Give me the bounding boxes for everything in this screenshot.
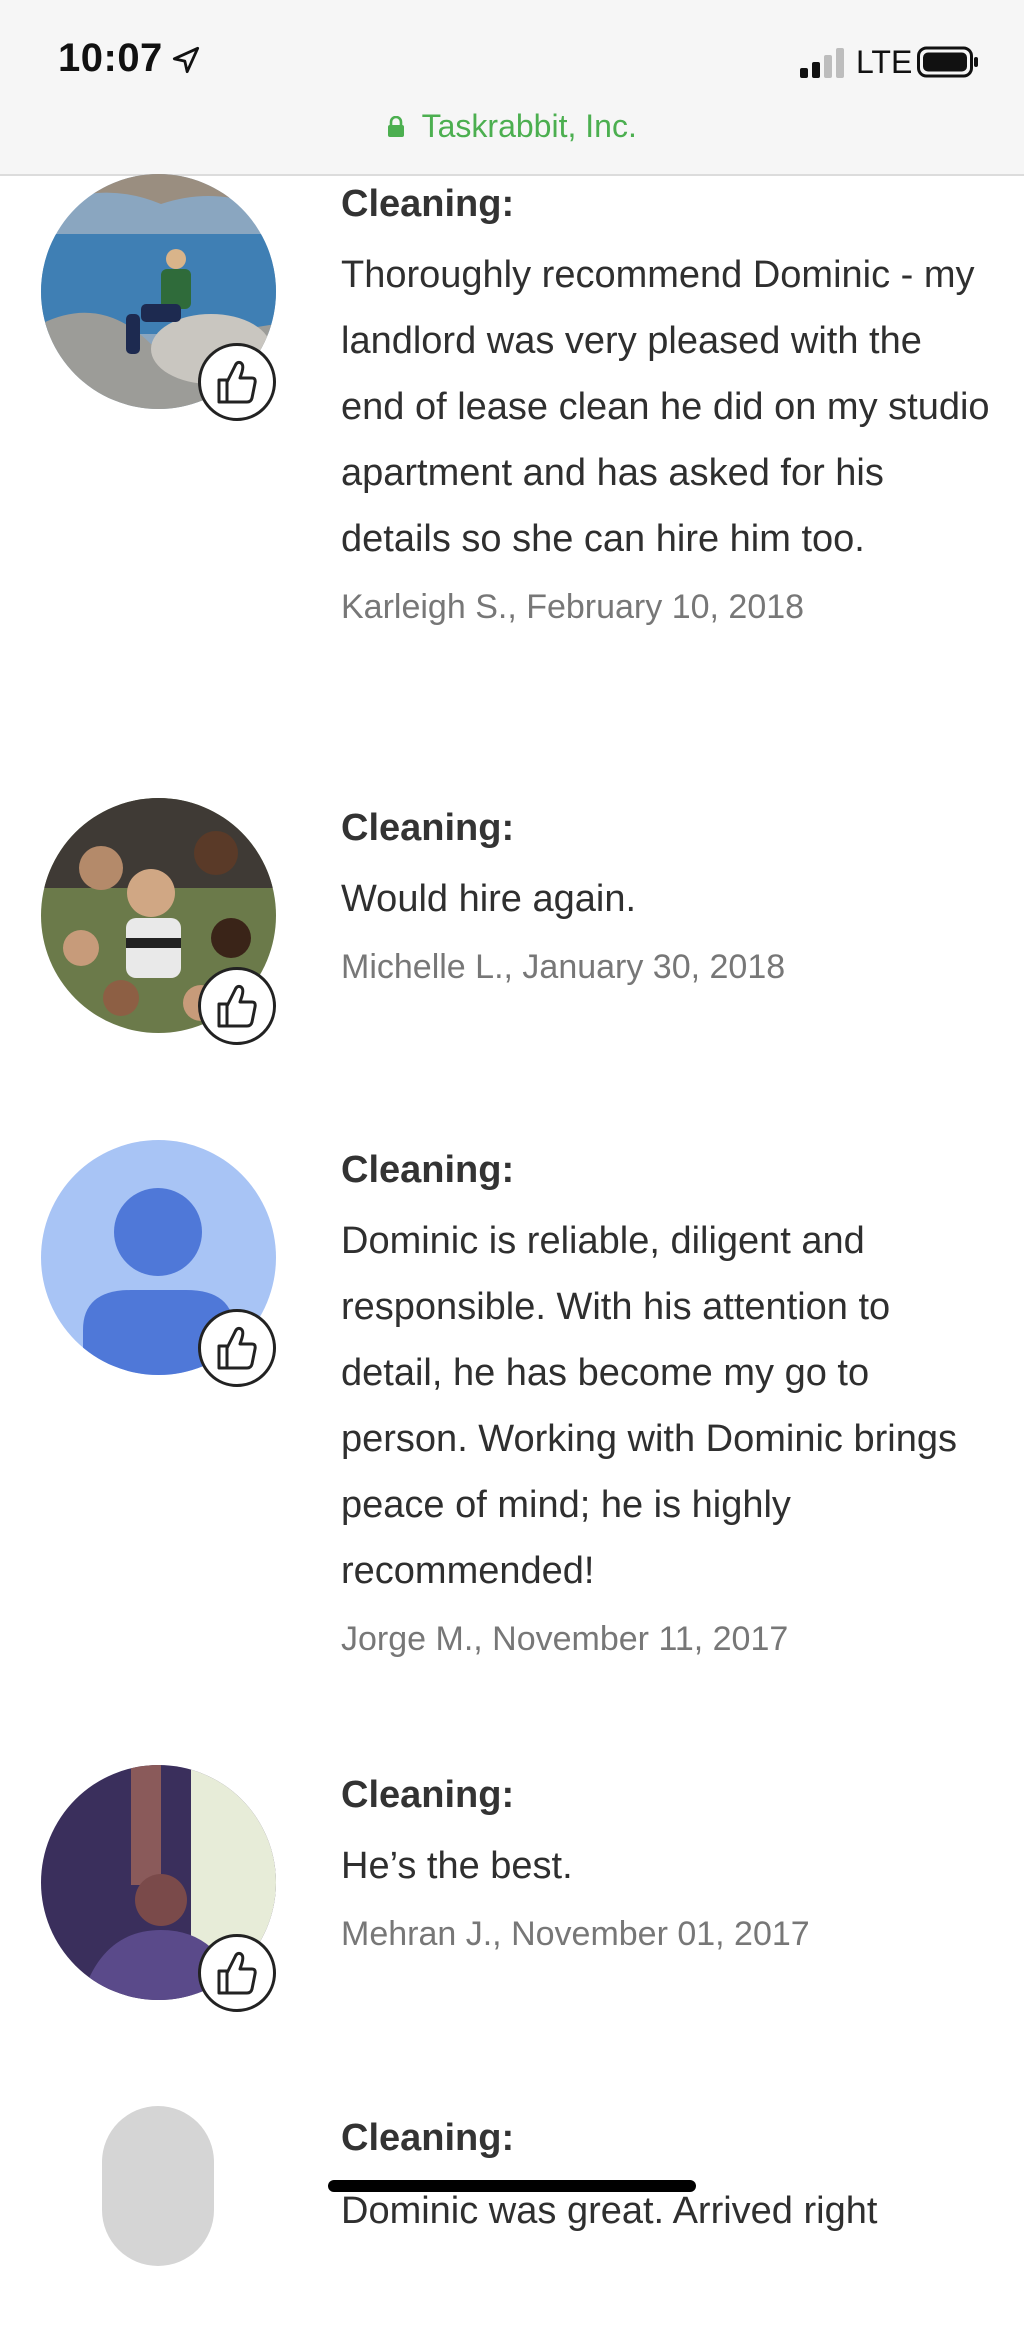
review-text: Would hire again. (341, 878, 637, 920)
lock-icon (388, 115, 405, 137)
reviewer-avatar-container (102, 2106, 214, 2341)
avatar (102, 2106, 214, 2266)
review-author-date: Michelle L., January 30, 2018 (341, 948, 786, 986)
review-category: Cleaning: (341, 1149, 515, 1191)
signal-strength-icon (800, 48, 844, 78)
thumbs-up-badge (198, 1309, 276, 1387)
review-text-cutoff: Dominic was great. Arrived right (341, 2190, 878, 2232)
thumbs-up-badge (198, 967, 276, 1045)
thumbs-up-icon (217, 984, 257, 1028)
reviewer-avatar-container (41, 798, 276, 1045)
battery-icon (917, 46, 978, 78)
review-author-date: Karleigh S., February 10, 2018 (341, 588, 805, 626)
site-domain: Taskrabbit, Inc. (421, 108, 637, 144)
review-category: Cleaning: (341, 2117, 515, 2159)
review-text: Dominic is reliable, diligent and respon… (341, 1220, 957, 1592)
review-author-date: Mehran J., November 01, 2017 (341, 1915, 810, 1953)
browser-top-bar: 10:07 LTE Taskrabbit, Inc. (0, 0, 1024, 176)
location-arrow-icon (172, 46, 200, 74)
reviewer-avatar-container (41, 174, 276, 421)
thumbs-up-icon (217, 1951, 257, 1995)
thumbs-up-badge (198, 1934, 276, 2012)
review-category: Cleaning: (341, 1774, 515, 1816)
thumbs-up-badge (198, 343, 276, 421)
thumbs-up-icon (217, 1326, 257, 1370)
reviewer-avatar-container (41, 1140, 276, 1387)
network-type: LTE (856, 44, 913, 80)
thumbs-up-icon (217, 360, 257, 404)
review-category: Cleaning: (341, 183, 515, 225)
status-time: 10:07 (58, 36, 163, 80)
reviewer-avatar-container (41, 1765, 276, 2012)
review-text: He’s the best. (341, 1845, 573, 1887)
home-indicator[interactable] (328, 2180, 696, 2192)
review-author-date: Jorge M., November 11, 2017 (341, 1620, 789, 1658)
address-bar[interactable]: Taskrabbit, Inc. (0, 108, 1024, 145)
review-text: Thoroughly recommend Dominic - my landlo… (341, 254, 990, 560)
review-category: Cleaning: (341, 807, 515, 849)
